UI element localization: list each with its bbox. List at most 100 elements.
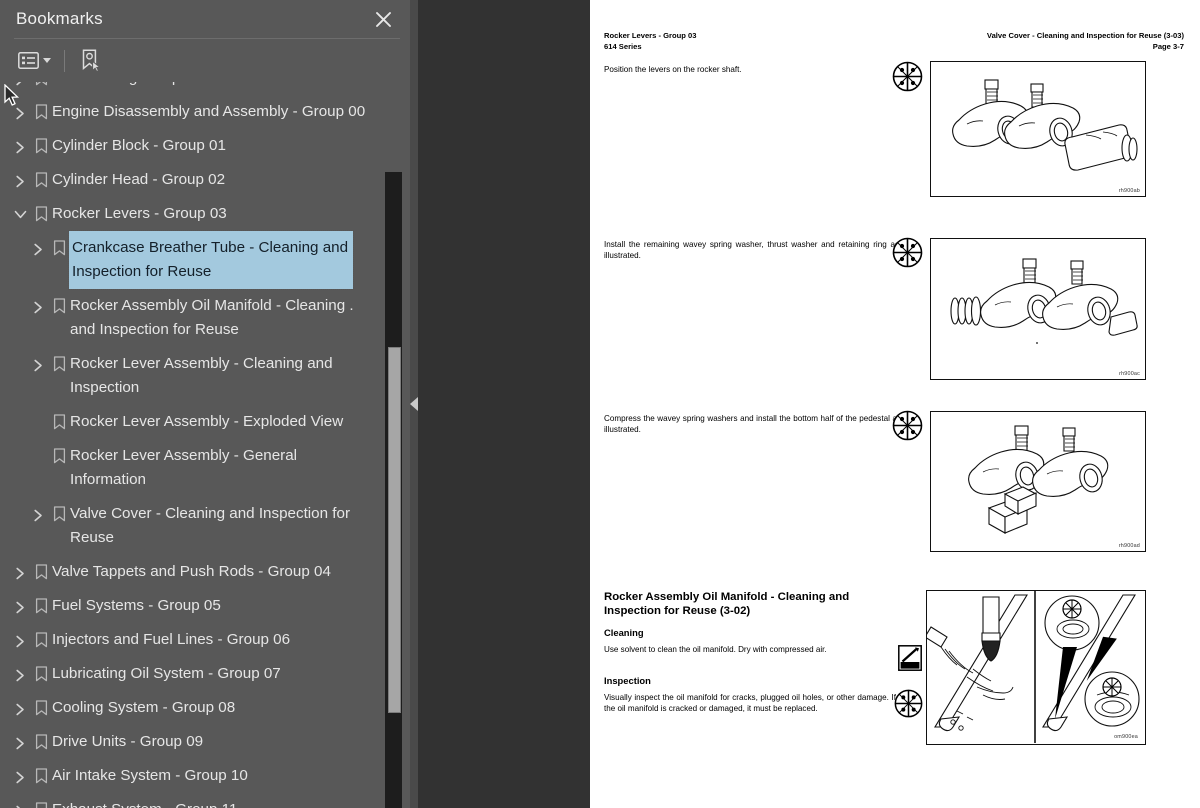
header-section-title: Valve Cover - Cleaning and Inspection fo… <box>986 31 1184 40</box>
bookmark-item[interactable]: Lubricating Oil System - Group 07 <box>0 657 410 691</box>
instruction-paragraph-3: Compress the wavey spring washers and in… <box>604 414 901 434</box>
bookmark-icon <box>30 691 52 716</box>
bookmark-item[interactable]: Exhaust System - Group 11 <box>0 793 410 808</box>
bookmark-item-label: Rocker Lever Assembly - Exploded View <box>70 413 344 430</box>
expand-chevron-right-icon[interactable] <box>10 129 30 154</box>
collapse-left-icon[interactable] <box>410 0 418 808</box>
bookmark-item-label: Crankcase Breather Tube - Cleaning and I… <box>67 230 355 290</box>
bookmark-icon <box>30 623 52 648</box>
expand-chevron-right-icon[interactable] <box>10 725 30 750</box>
expand-chevron-right-icon[interactable] <box>10 759 30 784</box>
air-dry-icon <box>898 645 922 671</box>
bookmark-item-label: Valve Cover - Cleaning and Inspection fo… <box>70 505 350 546</box>
toolbar-divider <box>64 49 65 72</box>
collapse-chevron-down-icon[interactable] <box>10 197 30 220</box>
bookmarks-panel: Bookmarks Engine Disassembly and Assembl… <box>0 0 410 808</box>
figure-2: rh900ac <box>930 238 1146 380</box>
bookmark-item[interactable]: Rocker Lever Assembly - Cleaning and Ins… <box>0 347 410 405</box>
bookmark-item[interactable]: Cylinder Block - Group 01 <box>0 129 410 163</box>
expand-chevron-right-icon[interactable] <box>28 497 48 522</box>
figure-4-caption: om900ea <box>1114 734 1138 740</box>
bookmark-item[interactable]: Rocker Levers - Group 03 <box>0 197 410 231</box>
bookmark-icon <box>30 197 52 222</box>
pdf-viewer-window: Bookmarks Engine Disassembly and Assembl… <box>0 0 1200 808</box>
close-icon[interactable] <box>370 6 396 32</box>
bookmarks-tree: General Engine Specifications Engine Disa… <box>0 82 410 808</box>
expand-chevron-right-icon[interactable] <box>10 623 30 648</box>
bookmark-item[interactable]: Cooling System - Group 08 <box>0 691 410 725</box>
page-header-left: Rocker Levers - Group 03 614 Series <box>604 31 696 52</box>
bookmark-icon <box>30 129 52 154</box>
expand-chevron-right-icon[interactable] <box>10 163 30 188</box>
bookmark-item-label: Injectors and Fuel Lines - Group 06 <box>52 631 291 648</box>
bookmark-item-label: Cooling System - Group 08 <box>52 699 236 716</box>
inspection-body: Visually inspect the oil manifold for cr… <box>604 693 896 713</box>
header-page-number: Page 3-7 <box>1152 41 1184 51</box>
service-tool-icon-1 <box>891 60 924 93</box>
bookmark-item-label: Rocker Levers - Group 03 <box>52 205 227 222</box>
expand-chevron-right-icon[interactable] <box>10 793 30 808</box>
bookmark-icon <box>30 555 52 580</box>
bookmark-item[interactable]: Rocker Lever Assembly - General Informat… <box>0 439 410 497</box>
document-page: Rocker Levers - Group 03 614 Series Valv… <box>590 0 1200 808</box>
bookmark-item[interactable]: Cylinder Head - Group 02 <box>0 163 410 197</box>
new-bookmark-icon[interactable] <box>76 46 106 76</box>
panel-title: Bookmarks <box>16 9 103 28</box>
bookmark-item-label: Lubricating Oil System - Group 07 <box>52 665 281 682</box>
bookmark-item-label: Fuel Systems - Group 05 <box>52 597 221 614</box>
expand-chevron-right-icon[interactable] <box>10 589 30 614</box>
bookmark-item[interactable]: Air Intake System - Group 10 <box>0 759 410 793</box>
bookmark-icon <box>48 405 70 430</box>
bookmark-item[interactable]: General Engine Specifications <box>0 82 410 95</box>
expand-chevron-right-icon[interactable] <box>10 691 30 716</box>
instruction-paragraph-2: Install the remaining wavey spring washe… <box>604 240 899 260</box>
bookmarks-toolbar <box>0 39 410 82</box>
expand-chevron-right-icon[interactable] <box>10 657 30 682</box>
bookmark-item-label: Rocker Lever Assembly - General Informat… <box>70 447 298 488</box>
bookmark-item[interactable]: Injectors and Fuel Lines - Group 06 <box>0 623 410 657</box>
panel-divider[interactable] <box>410 0 418 808</box>
service-tool-icon-3 <box>891 409 924 442</box>
inspection-heading: Inspection <box>604 675 651 686</box>
bookmarks-scrollbar-thumb[interactable] <box>388 347 401 713</box>
service-tool-icon-2 <box>891 236 924 269</box>
bookmark-icon <box>30 725 52 750</box>
bookmark-item[interactable]: Valve Cover - Cleaning and Inspection fo… <box>0 497 410 555</box>
expand-chevron-right-icon[interactable] <box>28 231 48 256</box>
document-viewer[interactable]: Rocker Levers - Group 03 614 Series Valv… <box>418 0 1200 808</box>
mouse-cursor-icon <box>4 83 20 112</box>
bookmark-icon <box>30 95 52 120</box>
bookmark-item[interactable]: Fuel Systems - Group 05 <box>0 589 410 623</box>
bookmark-item[interactable]: Valve Tappets and Push Rods - Group 04 <box>0 555 410 589</box>
bookmark-item-label: Cylinder Head - Group 02 <box>52 171 226 188</box>
bookmarks-tree-scroll-area[interactable]: General Engine Specifications Engine Disa… <box>0 82 410 808</box>
service-tool-icon-4 <box>893 688 924 719</box>
bookmark-icon <box>48 231 70 256</box>
bookmark-item-label: Rocker Lever Assembly - Cleaning and Ins… <box>70 355 333 396</box>
bookmark-item-label: Rocker Assembly Oil Manifold - Cleaning … <box>70 297 354 338</box>
bookmark-icon <box>30 163 52 188</box>
bookmark-icon <box>48 497 70 522</box>
bookmark-item[interactable]: Crankcase Breather Tube - Cleaning and I… <box>0 230 410 290</box>
bookmark-item-label: General Engine Specifications <box>52 82 255 95</box>
header-group-title: Rocker Levers - Group 03 <box>604 31 697 40</box>
bookmark-item[interactable]: Rocker Lever Assembly - Exploded View <box>0 405 410 439</box>
twisty-placeholder <box>28 439 48 451</box>
bookmark-item[interactable]: Rocker Assembly Oil Manifold - Cleaning … <box>0 289 410 347</box>
chevron-down-icon[interactable] <box>43 58 51 63</box>
twisty-placeholder <box>28 405 48 417</box>
figure-1-artwork <box>952 79 1138 171</box>
figure-2-caption: rh900ac <box>1119 371 1140 377</box>
expand-chevron-right-icon[interactable] <box>28 289 48 314</box>
expand-chevron-right-icon[interactable] <box>10 555 30 580</box>
bookmark-item[interactable]: Engine Disassembly and Assembly - Group … <box>0 95 410 129</box>
expand-chevron-right-icon[interactable] <box>28 347 48 372</box>
cleaning-heading: Cleaning <box>604 627 644 638</box>
bookmark-item-label: Cylinder Block - Group 01 <box>52 137 226 154</box>
bookmark-item[interactable]: Drive Units - Group 09 <box>0 725 410 759</box>
list-options-icon[interactable] <box>14 49 55 72</box>
figure-2-artwork <box>950 258 1138 344</box>
bookmark-icon <box>48 289 70 314</box>
page-header: Rocker Levers - Group 03 614 Series Valv… <box>604 31 1184 52</box>
bookmark-item-label: Drive Units - Group 09 <box>52 733 204 750</box>
